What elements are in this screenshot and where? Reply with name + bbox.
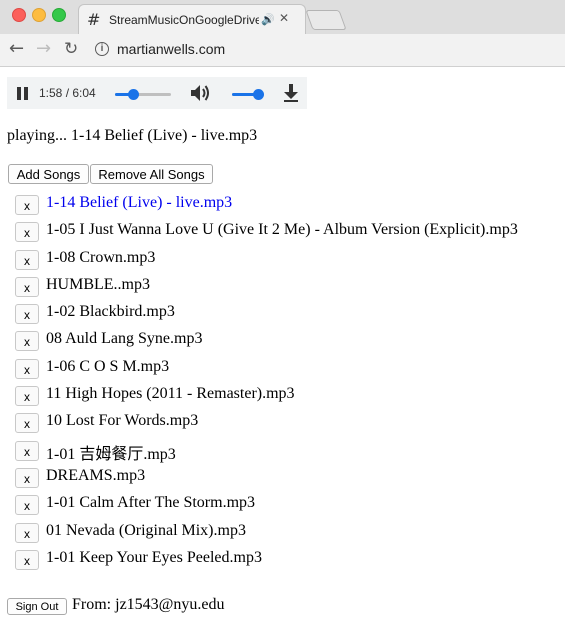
remove-all-songs-button[interactable]: Remove All Songs xyxy=(90,164,213,184)
audio-player: 1:58 / 6:04 xyxy=(7,77,307,109)
song-title[interactable]: DREAMS.mp3 xyxy=(46,467,145,485)
progress-slider[interactable] xyxy=(115,89,171,100)
reload-icon[interactable]: ↻ xyxy=(64,39,78,59)
remove-song-button[interactable]: x xyxy=(15,386,39,407)
maximize-window-button[interactable] xyxy=(52,8,66,22)
song-title[interactable]: 1-08 Crown.mp3 xyxy=(46,249,155,267)
audio-playing-icon[interactable]: 🔊 xyxy=(259,13,275,26)
new-tab-button[interactable] xyxy=(305,10,347,30)
remove-song-button[interactable]: x xyxy=(15,495,39,516)
close-window-button[interactable] xyxy=(12,8,26,22)
volume-thumb[interactable] xyxy=(253,89,264,100)
progress-thumb[interactable] xyxy=(128,89,139,100)
volume-slider[interactable] xyxy=(232,89,264,100)
hash-favicon-icon: # xyxy=(87,10,101,29)
add-songs-button[interactable]: Add Songs xyxy=(8,164,89,184)
remove-song-button[interactable]: x xyxy=(15,549,39,570)
remove-song-button[interactable]: x xyxy=(15,467,39,488)
song-list-item: x 08 Auld Lang Syne.mp3 xyxy=(15,328,555,355)
time-display: 1:58 / 6:04 xyxy=(39,86,96,100)
signed-in-user-text: From: jz1543@nyu.edu xyxy=(72,596,225,613)
song-list-item: x 11 High Hopes (2011 - Remaster).mp3 xyxy=(15,383,555,410)
minimize-window-button[interactable] xyxy=(32,8,46,22)
song-list-item: x 1-05 I Just Wanna Love U (Give It 2 Me)… xyxy=(15,219,555,246)
remove-song-button[interactable]: x xyxy=(15,195,39,215)
tab-close-icon[interactable]: ✕ xyxy=(279,11,289,25)
remove-song-button[interactable]: x xyxy=(15,331,39,352)
song-title[interactable]: 1-02 Blackbird.mp3 xyxy=(46,303,175,321)
browser-tab[interactable]: # StreamMusicOnGoogleDrive 🔊 ✕ xyxy=(78,4,306,34)
song-list-item: x 1-01 吉姆餐厅.mp3 xyxy=(15,438,555,465)
song-title[interactable]: 01 Nevada (Original Mix).mp3 xyxy=(46,522,246,540)
song-title[interactable]: 08 Auld Lang Syne.mp3 xyxy=(46,330,202,348)
site-info-icon[interactable]: i xyxy=(95,42,109,56)
remove-song-button[interactable]: x xyxy=(15,276,39,297)
song-list-item: x 1-02 Blackbird.mp3 xyxy=(15,301,555,328)
remove-song-button[interactable]: x xyxy=(15,413,39,434)
remove-song-button[interactable]: x xyxy=(15,522,39,543)
remove-song-button[interactable]: x xyxy=(15,222,39,243)
song-title[interactable]: 11 High Hopes (2011 - Remaster).mp3 xyxy=(46,385,295,403)
now-playing-text: playing... 1-14 Belief (Live) - live.mp3 xyxy=(7,127,258,144)
song-list: x 1-14 Belief (Live) - live.mp3 x 1-05 I Ju… xyxy=(15,192,555,574)
song-list-item: x HUMBLE..mp3 xyxy=(15,274,555,301)
song-title[interactable]: HUMBLE..mp3 xyxy=(46,276,150,294)
sign-out-button[interactable]: Sign Out xyxy=(7,598,67,615)
song-title[interactable]: 1-05 I Just Wanna Love U (Give It 2 Me) … xyxy=(46,221,518,239)
song-list-item: x 01 Nevada (Original Mix).mp3 xyxy=(15,520,555,547)
remove-song-button[interactable]: x xyxy=(15,249,39,270)
song-title[interactable]: 1-01 Keep Your Eyes Peeled.mp3 xyxy=(46,549,262,567)
remove-song-button[interactable]: x xyxy=(15,358,39,379)
song-title[interactable]: 1-14 Belief (Live) - live.mp3 xyxy=(46,194,232,212)
remove-song-button[interactable]: x xyxy=(15,440,39,461)
song-list-item: x 1-14 Belief (Live) - live.mp3 xyxy=(15,192,555,219)
song-list-item: x 1-06 C O S M.mp3 xyxy=(15,356,555,383)
download-icon[interactable] xyxy=(283,83,299,103)
song-title[interactable]: 1-01 Calm After The Storm.mp3 xyxy=(46,494,255,512)
volume-icon[interactable] xyxy=(189,83,211,103)
song-list-item: x 1-08 Crown.mp3 xyxy=(15,247,555,274)
song-title[interactable]: 1-01 吉姆餐厅.mp3 xyxy=(46,440,176,464)
browser-toolbar: ← → ↻ i martianwells.com xyxy=(0,34,565,67)
song-title[interactable]: 10 Lost For Words.mp3 xyxy=(46,412,198,430)
forward-arrow-icon[interactable]: → xyxy=(36,38,51,59)
song-title[interactable]: 1-06 C O S M.mp3 xyxy=(46,358,169,376)
address-bar[interactable]: martianwells.com xyxy=(117,41,225,57)
song-list-item: x 1-01 Keep Your Eyes Peeled.mp3 xyxy=(15,547,555,574)
song-list-item: x 1-01 Calm After The Storm.mp3 xyxy=(15,492,555,519)
remove-song-button[interactable]: x xyxy=(15,304,39,325)
browser-tab-strip: # StreamMusicOnGoogleDrive 🔊 ✕ xyxy=(0,0,565,35)
pause-icon[interactable] xyxy=(17,87,29,100)
song-list-item: x 10 Lost For Words.mp3 xyxy=(15,410,555,437)
back-arrow-icon[interactable]: ← xyxy=(9,38,24,59)
song-list-item: x DREAMS.mp3 xyxy=(15,465,555,492)
